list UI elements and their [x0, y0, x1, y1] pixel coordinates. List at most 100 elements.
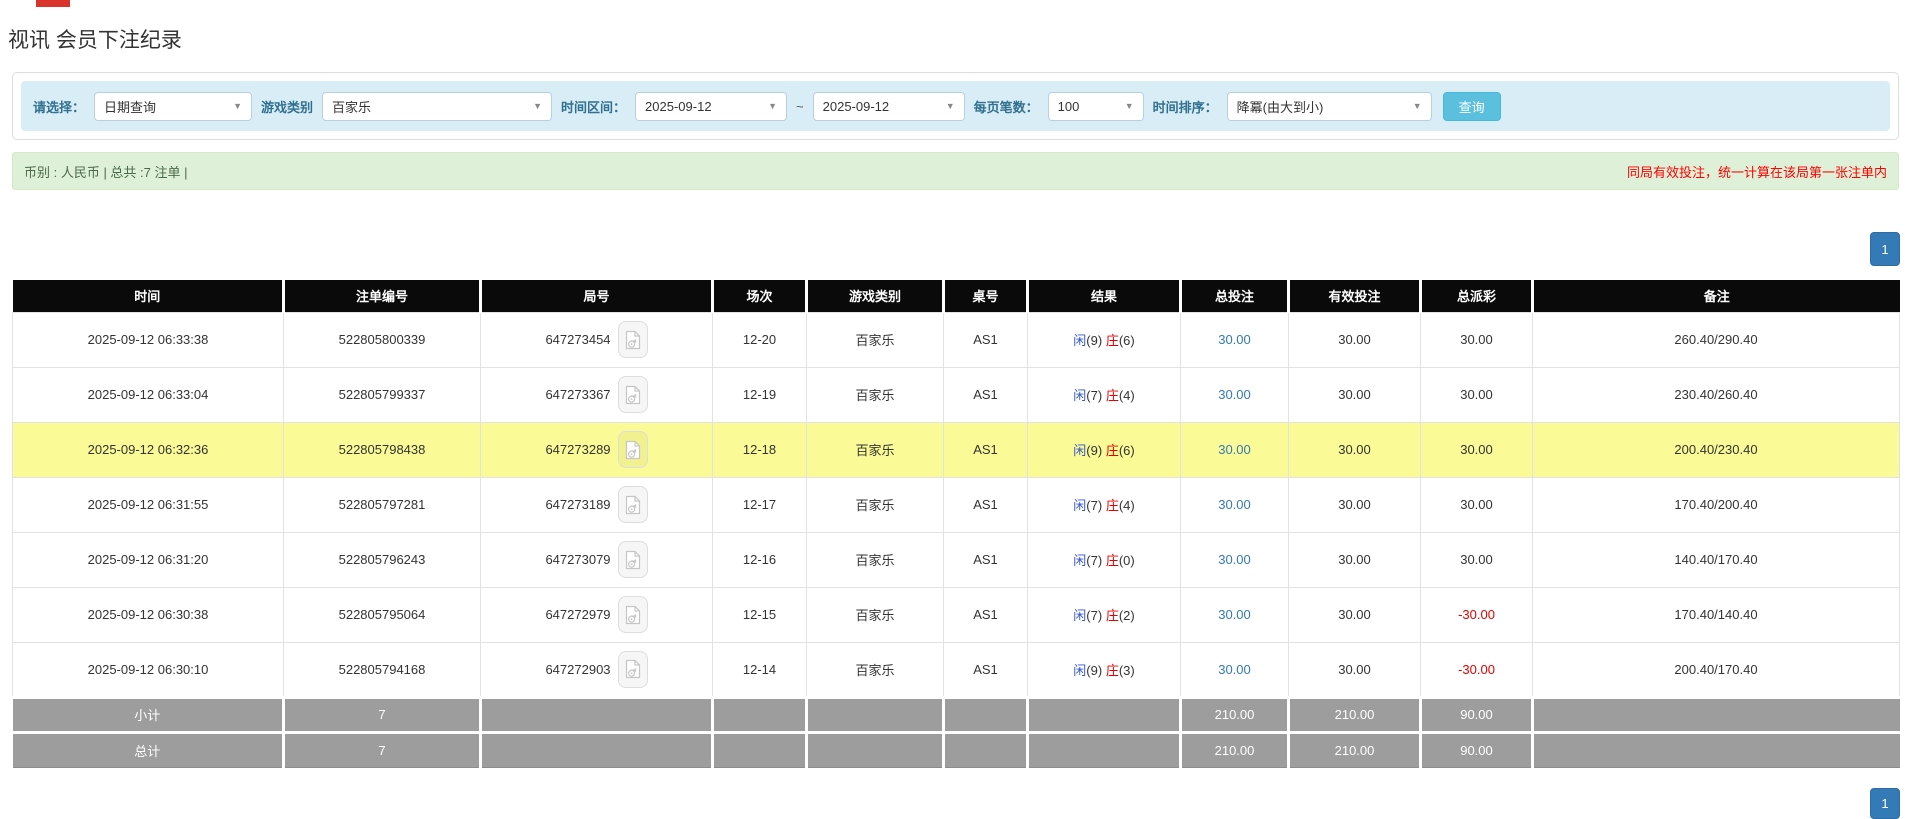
cell-remark: 140.40/170.40 — [1533, 532, 1900, 587]
subtotal-result — [1028, 697, 1181, 732]
total-bet-link[interactable]: 30.00 — [1218, 387, 1251, 402]
filter-panel: 请选择： 日期查询 ▼ 游戏类别 百家乐 ▼ 时间区间： 2025-09-12 … — [12, 72, 1899, 140]
date-from-dropdown[interactable]: 2025-09-12 ▼ — [635, 92, 787, 121]
cell-bet-id: 522805797281 — [284, 477, 481, 532]
result-player-label: 闲 — [1073, 498, 1086, 513]
cell-round: 647273367 — [481, 367, 713, 422]
cell-session: 12-19 — [713, 367, 807, 422]
cell-result: 闲(9) 庄(6) — [1028, 312, 1181, 367]
query-type-dropdown[interactable]: 日期查询 ▼ — [94, 92, 252, 121]
video-replay-button[interactable] — [618, 651, 648, 688]
round-number: 647273367 — [545, 387, 610, 402]
query-type-label: 请选择： — [33, 97, 85, 116]
cell-payout: 30.00 — [1421, 532, 1533, 587]
video-replay-icon — [625, 385, 641, 405]
cell-remark: 200.40/230.40 — [1533, 422, 1900, 477]
total-bet-link[interactable]: 30.00 — [1218, 552, 1251, 567]
col-header-round: 局号 — [481, 280, 713, 312]
records-table-body: 2025-09-12 06:33:38522805800339647273454… — [13, 312, 1900, 697]
grandtotal-result — [1028, 732, 1181, 767]
round-number: 647273189 — [545, 497, 610, 512]
video-replay-button[interactable] — [618, 541, 648, 578]
video-replay-button[interactable] — [618, 321, 648, 358]
cell-result: 闲(9) 庄(3) — [1028, 642, 1181, 697]
total-bet-link[interactable]: 30.00 — [1218, 607, 1251, 622]
cell-total-bet: 30.00 — [1181, 642, 1289, 697]
cell-valid-bet: 30.00 — [1289, 312, 1421, 367]
col-header-table-no: 桌号 — [944, 280, 1028, 312]
video-replay-icon — [625, 605, 641, 625]
records-table: 时间注单编号局号场次游戏类别桌号结果总投注有效投注总派彩备注 2025-09-1… — [12, 280, 1900, 768]
total-bet-link[interactable]: 30.00 — [1218, 662, 1251, 677]
result-player-label: 闲 — [1073, 608, 1086, 623]
cell-table-no: AS1 — [944, 312, 1028, 367]
subtotal-bet-id: 7 — [284, 697, 481, 732]
result-banker-label: 庄 — [1106, 498, 1119, 513]
cell-total-bet: 30.00 — [1181, 422, 1289, 477]
result-banker-score: (2) — [1119, 608, 1135, 623]
summary-currency-total: 币别 : 人民币 | 总共 :7 注单 | — [24, 162, 188, 181]
cell-session: 12-17 — [713, 477, 807, 532]
round-number: 647273079 — [545, 552, 610, 567]
video-replay-button[interactable] — [618, 376, 648, 413]
cell-session: 12-18 — [713, 422, 807, 477]
cell-game-type: 百家乐 — [807, 312, 944, 367]
total-bet-link[interactable]: 30.00 — [1218, 442, 1251, 457]
result-player-score: (7) — [1086, 553, 1102, 568]
cell-total-bet: 30.00 — [1181, 587, 1289, 642]
col-header-session: 场次 — [713, 280, 807, 312]
video-replay-button[interactable] — [618, 431, 648, 468]
cell-result: 闲(9) 庄(6) — [1028, 422, 1181, 477]
record-row: 2025-09-12 06:30:10522805794168647272903… — [13, 642, 1900, 697]
cell-payout: -30.00 — [1421, 587, 1533, 642]
round-number: 647272979 — [545, 607, 610, 622]
cell-time: 2025-09-12 06:31:20 — [13, 532, 284, 587]
cell-table-no: AS1 — [944, 642, 1028, 697]
cell-bet-id: 522805798438 — [284, 422, 481, 477]
round-number-with-video: 647273367 — [545, 376, 647, 413]
result-player-score: (7) — [1086, 608, 1102, 623]
video-replay-button[interactable] — [618, 486, 648, 523]
result-banker-label: 庄 — [1106, 388, 1119, 403]
round-number: 647273289 — [545, 442, 610, 457]
time-sort-dropdown[interactable]: 降冪(由大到小) ▼ — [1227, 92, 1432, 121]
cell-session: 12-15 — [713, 587, 807, 642]
date-to-dropdown[interactable]: 2025-09-12 ▼ — [813, 92, 965, 121]
cell-game-type: 百家乐 — [807, 367, 944, 422]
round-number-with-video: 647273079 — [545, 541, 647, 578]
total-bet-link[interactable]: 30.00 — [1218, 332, 1251, 347]
cell-session: 12-14 — [713, 642, 807, 697]
subtotal-time: 小计 — [13, 697, 284, 732]
col-header-bet-id: 注单编号 — [284, 280, 481, 312]
time-sort-value: 降冪(由大到小) — [1237, 97, 1324, 116]
cell-payout: 30.00 — [1421, 367, 1533, 422]
cell-session: 12-20 — [713, 312, 807, 367]
date-from-value: 2025-09-12 — [645, 99, 712, 114]
video-replay-icon — [625, 330, 641, 350]
page-size-value: 100 — [1058, 99, 1080, 114]
game-type-value: 百家乐 — [332, 97, 371, 116]
game-type-dropdown[interactable]: 百家乐 ▼ — [322, 92, 552, 121]
result-player-label: 闲 — [1073, 663, 1086, 678]
grandtotal-table-no — [944, 732, 1028, 767]
summary-notice-text: 同局有效投注，统一计算在该局第一张注单内 — [1627, 162, 1887, 181]
page-size-dropdown[interactable]: 100 ▼ — [1048, 92, 1144, 121]
records-table-foot: 小计7210.00210.0090.00总计7210.00210.0090.00 — [13, 697, 1900, 767]
cell-valid-bet: 30.00 — [1289, 587, 1421, 642]
grandtotal-session — [713, 732, 807, 767]
page-size-label: 每页笔数： — [974, 97, 1039, 116]
pagination-page-1-top[interactable]: 1 — [1870, 232, 1900, 266]
cell-round: 647273189 — [481, 477, 713, 532]
search-button[interactable]: 查询 — [1443, 92, 1501, 121]
cell-game-type: 百家乐 — [807, 477, 944, 532]
result-banker-label: 庄 — [1106, 443, 1119, 458]
pagination-page-1-bottom[interactable]: 1 — [1870, 788, 1900, 819]
top-left-red-marker — [36, 0, 70, 7]
subtotal-valid-bet: 210.00 — [1289, 697, 1421, 732]
video-replay-button[interactable] — [618, 596, 648, 633]
result-banker-label: 庄 — [1106, 553, 1119, 568]
total-bet-link[interactable]: 30.00 — [1218, 497, 1251, 512]
query-type-value: 日期查询 — [104, 97, 156, 116]
cell-payout: 30.00 — [1421, 312, 1533, 367]
subtotal-payout: 90.00 — [1421, 697, 1533, 732]
